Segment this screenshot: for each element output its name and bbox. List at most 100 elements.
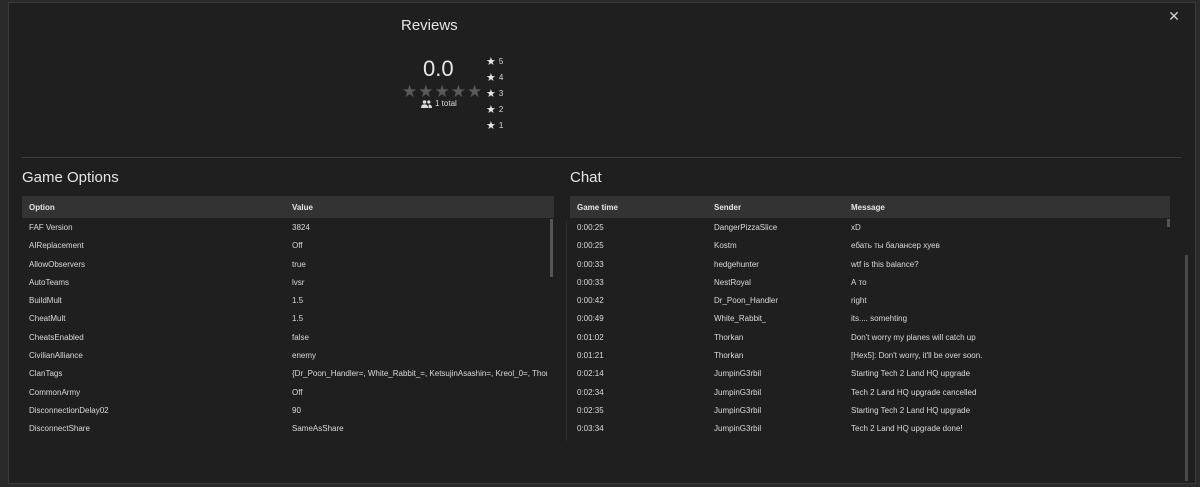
chat-sender: NestRoyal bbox=[714, 277, 751, 287]
game-detail-window: ✕ Reviews 0.0 ★ ★ ★ ★ ★ 1 total ★ 5 ★ 4 bbox=[8, 2, 1196, 484]
chat-title: Chat bbox=[570, 169, 602, 186]
table-row[interactable]: ClanTags {Dr_Poon_Handler=, White_Rabbit_… bbox=[22, 364, 554, 382]
chat-message: Starting Tech 2 Land HQ upgrade bbox=[851, 369, 971, 379]
chat-time: 0:01:02 bbox=[577, 332, 604, 342]
table-row[interactable]: CommonArmy Off bbox=[22, 383, 554, 401]
table-row[interactable]: 0:00:25 Kostm ебать ты балансер хуев bbox=[570, 236, 1170, 254]
chat-sender: DangerPizzaSlice bbox=[714, 223, 778, 232]
chat-message: Starting Tech 2 Land HQ upgrade bbox=[851, 405, 971, 415]
chat-message: right bbox=[851, 296, 867, 306]
table-row[interactable]: 0:01:02 Thorkan Don't worry my planes will… bbox=[570, 328, 1170, 346]
table-row[interactable]: 0:00:49 White_Rabbit_ its.... somehting bbox=[570, 309, 1170, 327]
column-header-value[interactable]: Value bbox=[292, 203, 313, 212]
table-row[interactable]: 0:02:34 JumpinG3rbil Tech 2 Land HQ upgrad… bbox=[570, 383, 1170, 401]
table-row[interactable]: CheatsEnabled false bbox=[22, 328, 554, 346]
column-header-sender[interactable]: Sender bbox=[714, 203, 741, 212]
option-value: 1.5 bbox=[292, 314, 304, 324]
option-name: CommonArmy bbox=[29, 387, 81, 397]
option-name: AIReplacement bbox=[29, 241, 84, 251]
table-row[interactable]: FAF Version 3824 bbox=[22, 218, 554, 236]
option-name: AutoTeams bbox=[29, 277, 70, 287]
chat-table: 0:00:25 DangerPizzaSlice xD 0:00:25 Kostm еба… bbox=[570, 218, 1170, 438]
table-row[interactable]: 0:00:33 NestRoyal А то bbox=[570, 273, 1170, 291]
table-row[interactable]: AllowObservers true bbox=[22, 255, 554, 273]
game-options-header: Option Value bbox=[22, 196, 554, 218]
chat-time: 0:00:33 bbox=[577, 259, 604, 269]
option-name: ClanTags bbox=[29, 369, 63, 379]
star-icon: ★ bbox=[486, 87, 496, 100]
star-icon: ★ bbox=[402, 82, 418, 101]
chat-time: 0:01:21 bbox=[577, 351, 604, 361]
chat-message: Tech 2 Land HQ upgrade cancelled bbox=[851, 387, 977, 397]
table-row[interactable]: 0:00:33 hedgehunter wtf is this balance? bbox=[570, 255, 1170, 273]
option-name: CheatsEnabled bbox=[29, 332, 84, 342]
star-icon: ★ bbox=[486, 55, 496, 68]
rating-level: 3 bbox=[498, 88, 504, 98]
star-icon: ★ bbox=[486, 119, 496, 132]
table-row[interactable]: 0:01:21 Thorkan [Hex5]: Don't worry, it'll… bbox=[570, 346, 1170, 364]
column-header-message[interactable]: Message bbox=[851, 203, 885, 212]
chat-time: 0:00:42 bbox=[577, 296, 604, 306]
option-value: lvsr bbox=[292, 277, 305, 287]
option-name: DisconnectShare bbox=[29, 424, 90, 434]
reviews-title: Reviews bbox=[401, 17, 458, 34]
chat-sender: Thorkan bbox=[714, 351, 744, 361]
chat-sender: Thorkan bbox=[714, 332, 744, 342]
table-row[interactable]: AIReplacement Off bbox=[22, 236, 554, 254]
table-row[interactable]: 0:00:25 DangerPizzaSlice xD bbox=[570, 218, 1170, 236]
chat-time: 0:02:34 bbox=[577, 387, 604, 397]
chat-time: 0:02:35 bbox=[577, 405, 604, 415]
rating-level: 2 bbox=[498, 104, 504, 114]
rating-score: 0.0 bbox=[423, 56, 454, 81]
option-value: {Dr_Poon_Handler=, White_Rabbit_=, Ketsu… bbox=[292, 369, 547, 379]
option-value: 90 bbox=[292, 405, 301, 415]
chat-sender: hedgehunter bbox=[714, 259, 759, 269]
table-row[interactable]: CivilianAlliance enemy bbox=[22, 346, 554, 364]
chat-sender: Kostm bbox=[714, 241, 737, 251]
chat-message: wtf is this balance? bbox=[851, 259, 919, 269]
game-options-scrollbar[interactable] bbox=[550, 219, 553, 277]
option-value: enemy bbox=[292, 351, 317, 361]
rating-row-3: ★ 3 bbox=[486, 85, 503, 101]
rating-row-2: ★ 2 bbox=[486, 101, 503, 117]
option-value: false bbox=[292, 332, 309, 342]
rating-stars: ★ ★ ★ ★ ★ bbox=[402, 83, 482, 100]
star-icon: ★ bbox=[486, 71, 496, 84]
chat-scrollbar-top[interactable] bbox=[1167, 219, 1170, 227]
chat-time: 0:00:49 bbox=[577, 314, 604, 324]
table-row[interactable]: DisconnectShare SameAsShare bbox=[22, 419, 554, 437]
chat-sender: JumpinG3rbil bbox=[714, 369, 762, 379]
option-value: Off bbox=[292, 241, 303, 251]
table-row[interactable]: BuildMult 1.5 bbox=[22, 291, 554, 309]
chat-message: Don't worry my planes will catch up bbox=[851, 332, 976, 342]
chat-sender: JumpinG3rbil bbox=[714, 387, 762, 397]
chat-message: xD bbox=[851, 223, 861, 232]
star-icon: ★ bbox=[418, 82, 434, 101]
review-total-label: 1 total bbox=[435, 99, 457, 108]
star-icon: ★ bbox=[434, 82, 450, 101]
game-options-title: Game Options bbox=[22, 169, 119, 186]
close-button[interactable]: ✕ bbox=[1165, 7, 1183, 25]
column-header-option[interactable]: Option bbox=[29, 203, 55, 212]
table-row[interactable]: CheatMult 1.5 bbox=[22, 309, 554, 327]
table-row[interactable]: 0:02:35 JumpinG3rbil Starting Tech 2 Land … bbox=[570, 401, 1170, 419]
chat-message: Tech 2 Land HQ upgrade done! bbox=[851, 424, 963, 434]
window-scrollbar[interactable] bbox=[1185, 255, 1188, 481]
rating-level: 4 bbox=[498, 72, 504, 82]
table-row[interactable]: 0:02:14 JumpinG3rbil Starting Tech 2 Land … bbox=[570, 364, 1170, 382]
rating-level: 5 bbox=[498, 56, 504, 66]
chat-message: [Hex5]: Don't worry, it'll be over soon. bbox=[851, 351, 983, 361]
rating-row-1: ★ 1 bbox=[486, 117, 503, 133]
chat-time: 0:03:34 bbox=[577, 424, 604, 434]
table-row[interactable]: AutoTeams lvsr bbox=[22, 273, 554, 291]
chat-sender: JumpinG3rbil bbox=[714, 424, 762, 434]
table-row[interactable]: 0:03:34 JumpinG3rbil Tech 2 Land HQ upgrad… bbox=[570, 419, 1170, 437]
chat-time: 0:00:25 bbox=[577, 223, 604, 232]
option-name: FAF Version bbox=[29, 223, 73, 232]
chat-message: А то bbox=[851, 277, 867, 287]
table-row[interactable]: DisconnectionDelay02 90 bbox=[22, 401, 554, 419]
column-header-game-time[interactable]: Game time bbox=[577, 203, 618, 212]
star-icon: ★ bbox=[486, 103, 496, 116]
option-name: BuildMult bbox=[29, 296, 62, 306]
table-row[interactable]: 0:00:42 Dr_Poon_Handler right bbox=[570, 291, 1170, 309]
